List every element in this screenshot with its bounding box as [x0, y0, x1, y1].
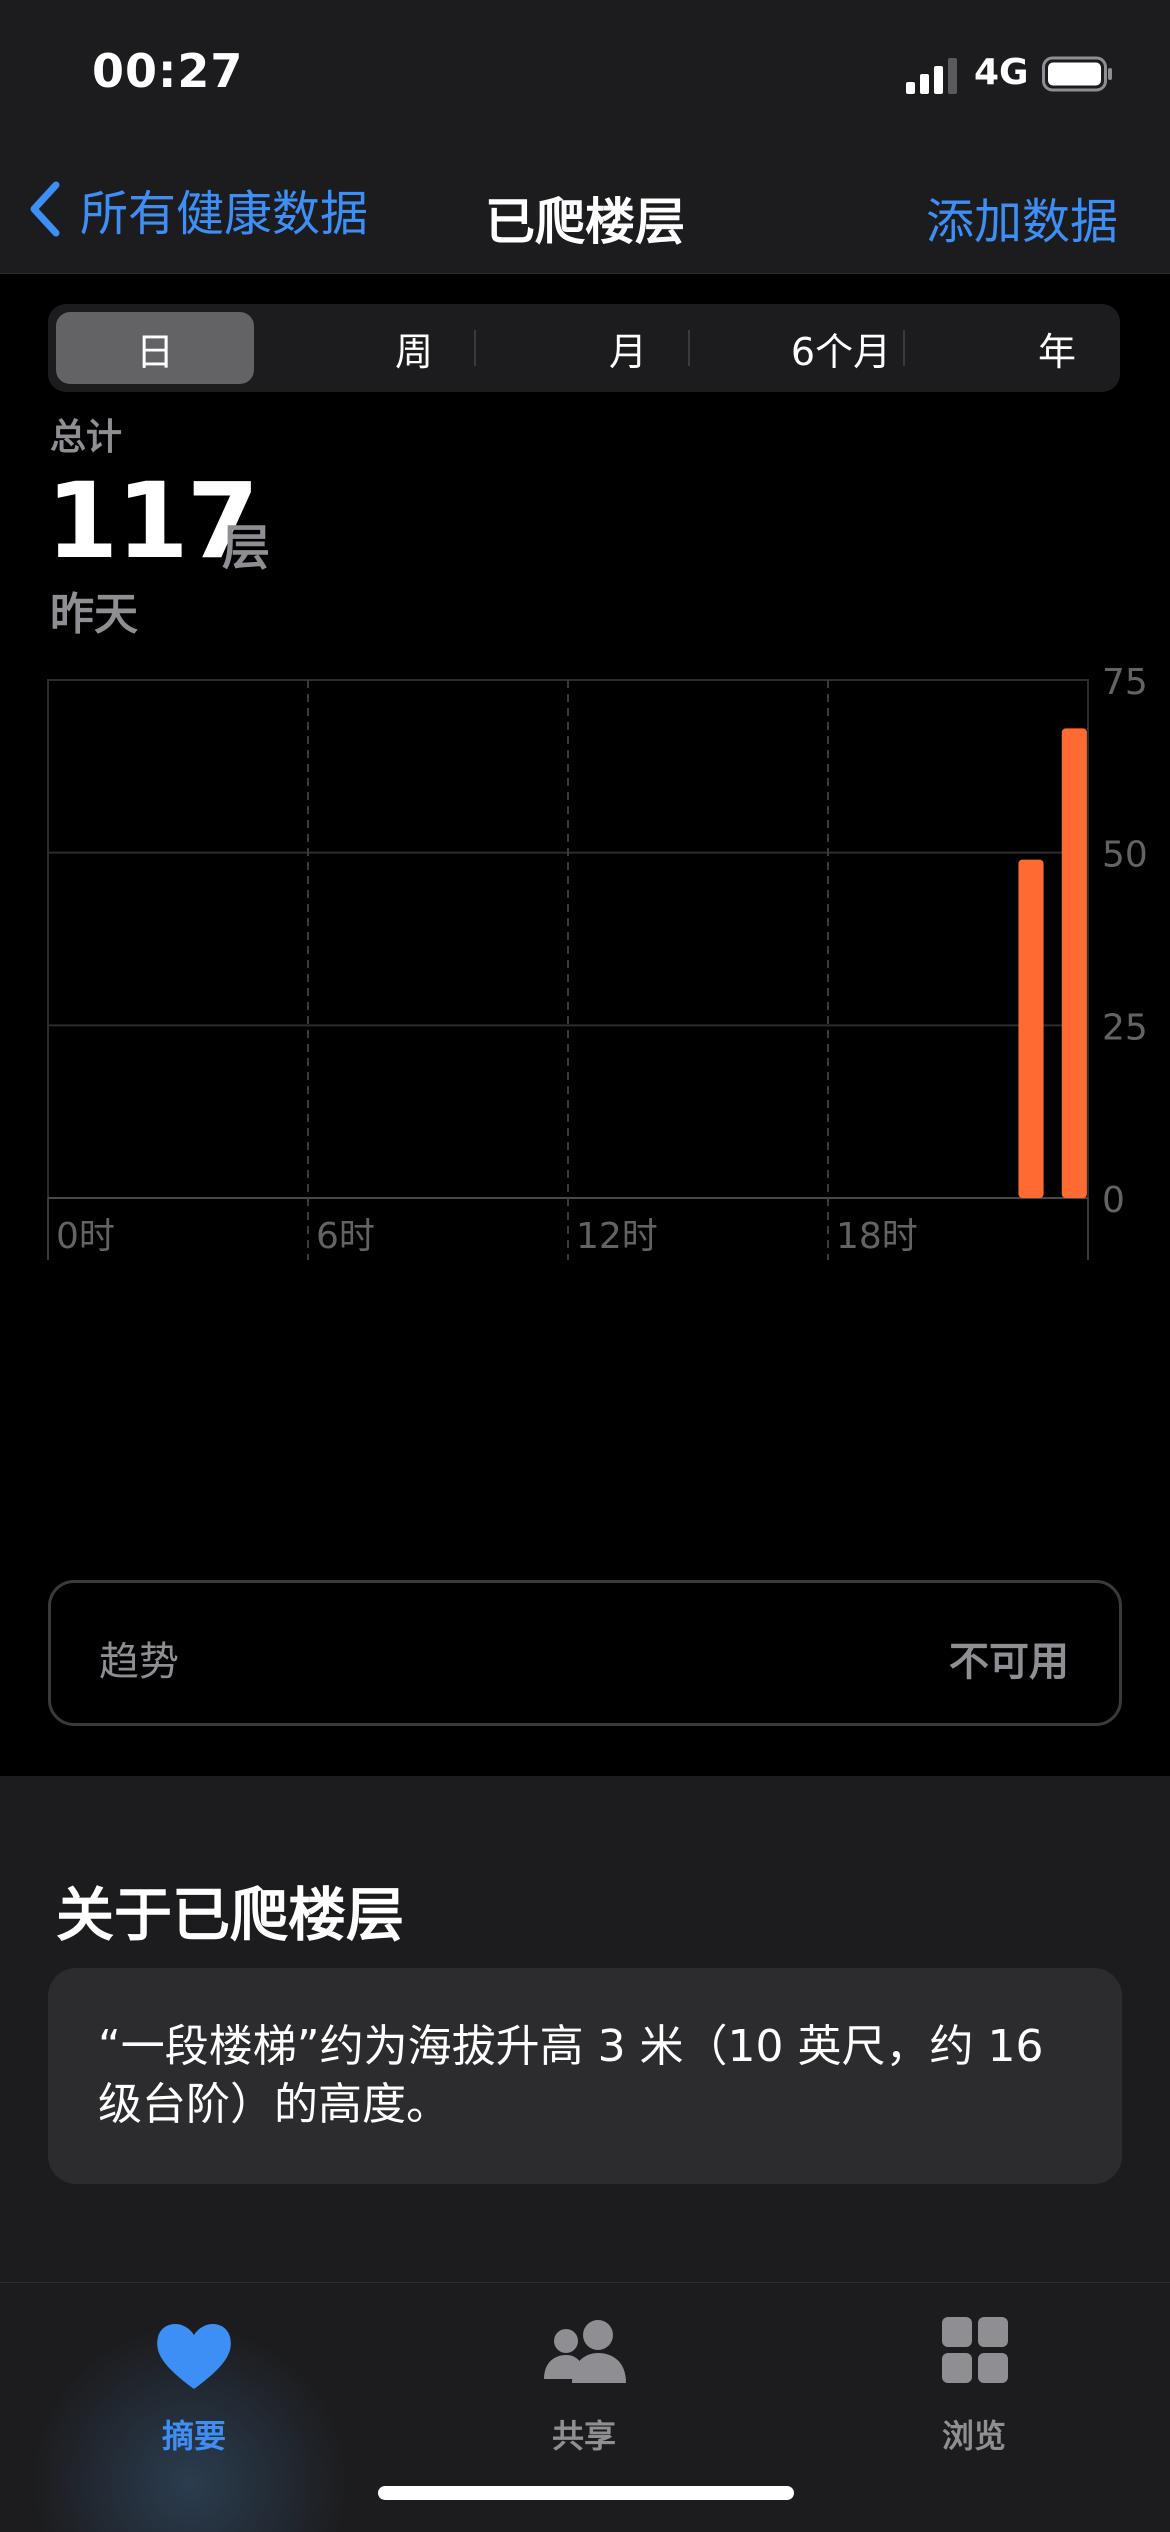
y-tick-label: 75: [1102, 662, 1148, 703]
about-card: “一段楼梯”约为海拔升高 3 米（10 英尺，约 16 级台阶）的高度。: [48, 1968, 1122, 2184]
floors-chart[interactable]: 75 50 25 0 0时 6时 12时 18时: [0, 648, 1170, 1308]
tab-browse[interactable]: 浏览: [864, 2313, 1084, 2463]
battery-icon: [1042, 56, 1112, 92]
y-tick-label: 0: [1102, 1180, 1125, 1221]
trend-card[interactable]: 趋势 不可用: [48, 1580, 1122, 1726]
status-time: 00:27: [92, 44, 244, 98]
y-tick-label: 25: [1102, 1007, 1148, 1048]
date-label: 昨天: [50, 589, 138, 640]
segment-divider: [903, 330, 905, 366]
segment-month[interactable]: 月: [529, 312, 727, 384]
tab-sharing[interactable]: 共享: [474, 2313, 694, 2463]
people-icon: [544, 2320, 626, 2383]
x-tick-label: 12时: [576, 1216, 658, 1257]
x-tick-label: 0时: [56, 1216, 115, 1257]
navigation-bar: 所有健康数据 已爬楼层 添加数据: [0, 150, 1170, 274]
status-bar: 00:27 4G: [0, 0, 1170, 150]
segment-day[interactable]: 日: [56, 312, 254, 384]
signal-icon: [906, 58, 957, 94]
segment-year[interactable]: 年: [958, 312, 1156, 384]
chart-canvas: 75 50 25 0 0时 6时 12时 18时: [47, 662, 1148, 1260]
main-content: 日 周 月 6个月 年 总计 117 层 昨天 75 50 25 0 0时 6时 12时 18…: [0, 274, 1170, 1776]
segment-divider: [474, 330, 476, 366]
network-type: 4G: [974, 52, 1029, 93]
tab-summary[interactable]: 摘要: [84, 2313, 304, 2463]
heart-icon: [157, 2323, 231, 2389]
about-title: 关于已爬楼层: [56, 1881, 405, 1949]
x-tick-label: 18时: [836, 1216, 918, 1257]
trend-value: 不可用: [949, 1639, 1069, 1685]
chart-bar: [1061, 728, 1087, 1198]
total-unit: 层: [222, 520, 271, 576]
tab-summary-label: 摘要: [161, 2417, 226, 2455]
trend-label: 趋势: [99, 1639, 179, 1685]
tab-sharing-label: 共享: [551, 2417, 616, 2455]
segment-week[interactable]: 周: [315, 312, 513, 384]
segment-divider: [688, 330, 690, 366]
segment-6-months[interactable]: 6个月: [742, 312, 940, 384]
y-tick-label: 50: [1102, 835, 1148, 876]
total-label: 总计: [50, 417, 123, 458]
add-data-button[interactable]: 添加数据: [926, 182, 1118, 252]
tab-browse-label: 浏览: [941, 2417, 1006, 2455]
home-indicator: [378, 2486, 794, 2500]
time-range-selector: 日 周 月 6个月 年: [48, 304, 1120, 392]
about-text: “一段楼梯”约为海拔升高 3 米（10 英尺，约 16 级台阶）的高度。: [98, 2021, 1044, 2130]
chart-bar: [1018, 859, 1044, 1198]
x-tick-label: 6时: [316, 1216, 375, 1257]
about-section: 关于已爬楼层 “一段楼梯”约为海拔升高 3 米（10 英尺，约 16 级台阶）的…: [0, 1776, 1170, 2282]
grid-icon: [942, 2317, 1008, 2383]
